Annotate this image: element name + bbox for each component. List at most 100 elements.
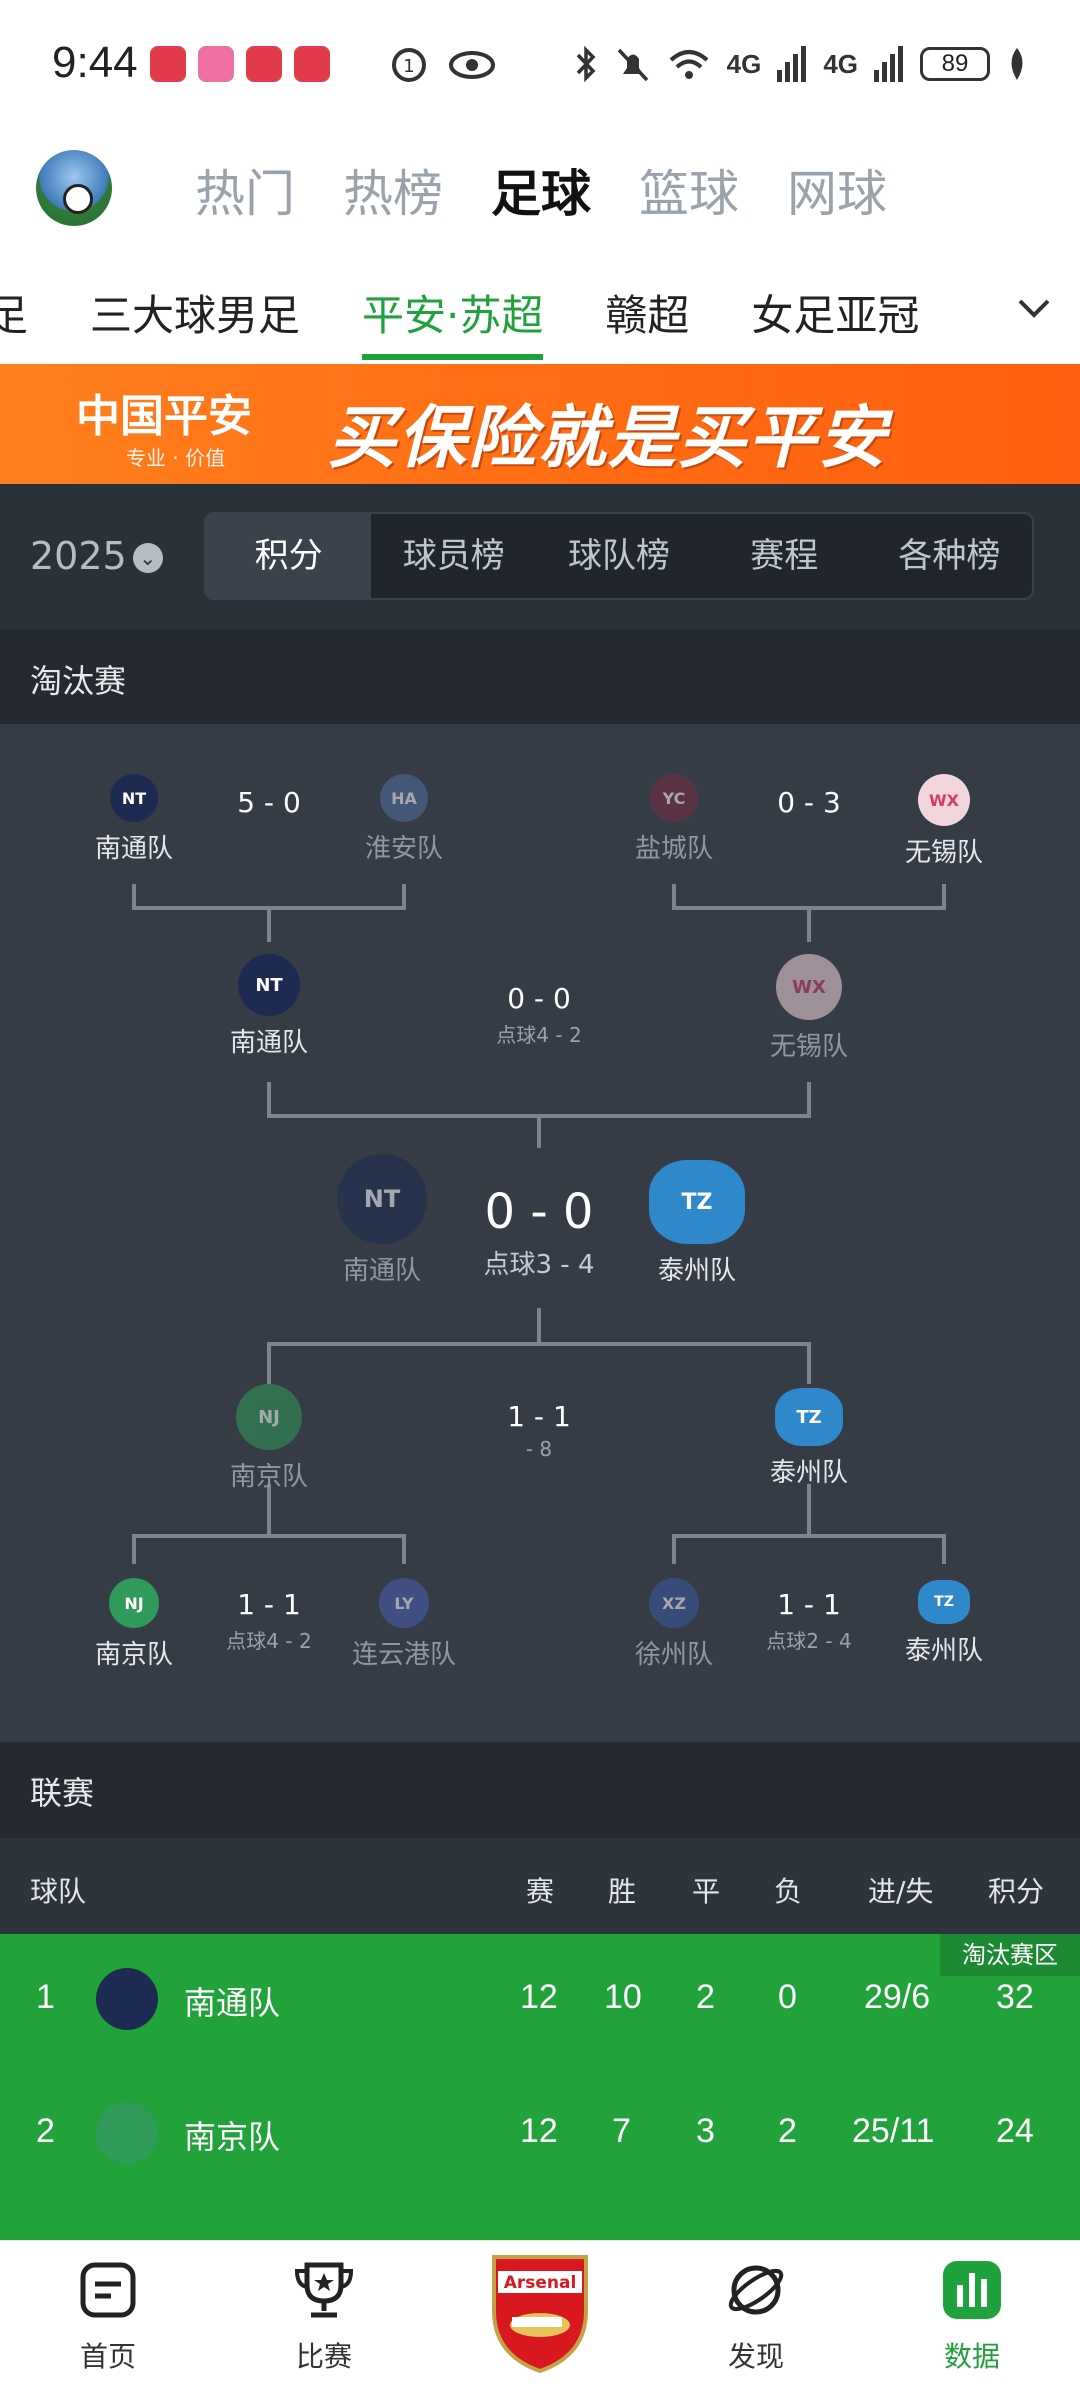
status-time: 9:44 (52, 38, 138, 87)
tab-hot-list[interactable]: 热榜 (343, 154, 443, 226)
league-tab-partial[interactable]: 足 (0, 282, 28, 343)
svg-text:1: 1 (403, 56, 414, 77)
banner-slogan: 买保险就是买平安 (328, 399, 889, 478)
nantong-logo-icon: NT (110, 774, 158, 822)
score-r1-top-left[interactable]: 5 - 0 (209, 786, 329, 819)
team-nanjing-semi[interactable]: NJ 南京队 (209, 1384, 329, 1493)
col-loss: 负 (774, 1875, 803, 1908)
team-taizhou-r1[interactable]: TZ 泰州队 (884, 1580, 1004, 1667)
bluetooth-icon (576, 45, 596, 83)
signal-bars-icon (874, 46, 903, 82)
leaf-icon (1011, 48, 1023, 80)
team-xuzhou[interactable]: XZ 徐州队 (614, 1578, 734, 1671)
team-wuxi-r1[interactable]: WX 无锡队 (884, 774, 1004, 869)
nav-matches[interactable]: 比赛 (264, 2259, 384, 2375)
score-semi-top[interactable]: 0 - 0 点球4 - 2 (464, 982, 614, 1048)
tab-basketball[interactable]: 篮球 (639, 154, 739, 226)
data-saver-icon: 1 (392, 48, 426, 82)
signal-bars-icon (777, 46, 807, 82)
nanjing-logo-icon: NJ (109, 1578, 159, 1628)
banner-subtitle: 专业 · 价值 (126, 446, 226, 470)
lianyungang-logo-icon: LY (379, 1578, 429, 1628)
team-huaian[interactable]: HA 淮安队 (344, 774, 464, 865)
segment-schedule[interactable]: 赛程 (702, 514, 867, 598)
score-semi-bottom[interactable]: 1 - 1 - 8 (464, 1400, 614, 1461)
battery-indicator: 89 (920, 47, 990, 81)
tab-hot[interactable]: 热门 (195, 154, 295, 226)
segment-standings[interactable]: 积分 (206, 514, 372, 598)
signal-4g-2: 4G (823, 48, 858, 79)
table-row[interactable]: 2 南京队 12 7 3 2 25/11 24 (0, 2068, 1080, 2202)
team-yancheng[interactable]: YC 盐城队 (614, 774, 734, 865)
app-notification-icon (294, 46, 330, 82)
segment-player-rank[interactable]: 球员榜 (371, 514, 536, 598)
bottom-nav: 首页 比赛 Arsenal 发现 数据 (0, 2240, 1080, 2388)
nantong-logo-icon: NT (337, 1154, 427, 1244)
segment-other-ranks[interactable]: 各种榜 (867, 514, 1032, 598)
nav-discover[interactable]: 发现 (696, 2259, 816, 2375)
team-nantong-semi[interactable]: NT 南通队 (209, 954, 329, 1059)
league-tab-women-acl[interactable]: 女足亚冠 (751, 282, 919, 343)
segment-control: 积分 球员榜 球队榜 赛程 各种榜 (204, 512, 1034, 600)
avatar[interactable] (36, 150, 112, 226)
bilibili-notification-icon (198, 46, 234, 82)
app-notification-icon (150, 46, 186, 82)
wuxi-logo-icon: WX (776, 954, 842, 1020)
team-taizhou-semi[interactable]: TZ 泰州队 (749, 1388, 869, 1489)
team-lianyungang[interactable]: LY 连云港队 (334, 1578, 474, 1671)
team-nantong-r1[interactable]: NT 南通队 (74, 774, 194, 865)
team-nanjing-r1[interactable]: NJ 南京队 (74, 1578, 194, 1671)
ad-banner[interactable]: 中国平安 专业 · 价值 买保险就是买平安 (0, 364, 1080, 484)
arsenal-crest-icon[interactable]: Arsenal (488, 2251, 592, 2375)
bar-chart-icon (941, 2259, 1003, 2321)
team-nantong-final[interactable]: NT 南通队 (322, 1154, 442, 1287)
knockout-zone-tag: 淘汰赛区 (940, 1934, 1080, 1976)
team-wuxi-semi[interactable]: WX 无锡队 (749, 954, 869, 1063)
wifi-icon (669, 50, 708, 79)
col-win: 胜 (608, 1875, 637, 1908)
season-segment-row: 2025 ⌄ 积分 球员榜 球队榜 赛程 各种榜 (0, 484, 1080, 630)
notification-icons (150, 46, 330, 82)
status-bar: 9:44 1 4G 4G 89 (0, 0, 1080, 130)
tab-football[interactable]: 足球 (491, 154, 591, 226)
top-nav: 热门 热榜 足球 篮球 网球 (0, 130, 1080, 252)
nanjing-logo-icon: NJ (236, 1384, 302, 1450)
banner-brand: 中国平安 (76, 391, 252, 442)
col-team: 球队 (30, 1875, 87, 1908)
score-r1-bottom-left[interactable]: 1 - 1 点球4 - 2 (199, 1588, 339, 1654)
svg-text:Arsenal: Arsenal (504, 2273, 577, 2293)
mute-bell-icon (617, 48, 648, 82)
nanjing-logo-icon (96, 2102, 158, 2164)
planet-icon (725, 2259, 787, 2321)
chevron-down-icon[interactable] (1014, 288, 1054, 328)
score-r1-bottom-right[interactable]: 1 - 1 点球2 - 4 (739, 1588, 879, 1654)
nav-home[interactable]: 首页 (48, 2259, 168, 2375)
nav-data[interactable]: 数据 (912, 2259, 1032, 2375)
chevron-down-icon: ⌄ (132, 543, 163, 573)
table-row[interactable] (0, 2202, 1080, 2240)
yancheng-logo-icon: YC (650, 774, 698, 822)
col-played: 赛 (526, 1875, 555, 1908)
score-r1-top-right[interactable]: 0 - 3 (749, 786, 869, 819)
nantong-logo-icon: NT (238, 954, 300, 1016)
season-selector[interactable]: 2025 ⌄ (30, 534, 163, 578)
signal-4g-1: 4G (726, 48, 762, 79)
taizhou-logo-icon: TZ (649, 1160, 745, 1244)
league-tab-gan-chao[interactable]: 赣超 (605, 282, 689, 343)
xuzhou-logo-icon: XZ (649, 1578, 699, 1628)
segment-team-rank[interactable]: 球队榜 (536, 514, 701, 598)
league-tab-su-chao[interactable]: 平安·苏超 (362, 282, 544, 360)
league-tab-three-balls[interactable]: 三大球男足 (90, 282, 300, 343)
table-row[interactable]: 1 南通队 12 10 2 0 29/6 32 (0, 1934, 1080, 2068)
taizhou-logo-icon: TZ (775, 1388, 843, 1446)
col-goals: 进/失 (868, 1875, 934, 1908)
huaian-logo-icon: HA (380, 774, 428, 822)
taizhou-logo-icon: TZ (918, 1580, 970, 1624)
col-points: 积分 (988, 1875, 1045, 1908)
score-final[interactable]: 0 - 0 点球3 - 4 (449, 1184, 629, 1281)
league-table-header: 球队 赛 胜 平 负 进/失 积分 (0, 1838, 1080, 1934)
tab-tennis[interactable]: 网球 (787, 154, 887, 226)
app-notification-icon (246, 46, 282, 82)
knockout-section-header: 淘汰赛 (0, 630, 1080, 724)
team-taizhou-final[interactable]: TZ 泰州队 (637, 1160, 757, 1287)
